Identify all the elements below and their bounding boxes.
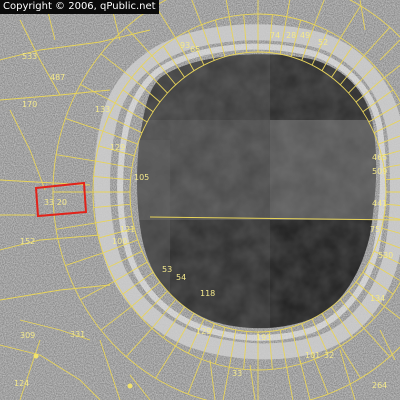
lot-label: 101 [305,351,320,360]
lot-label: 193 [256,333,271,342]
lot-label: 487 [50,73,65,82]
selected-parcel-label: 33 20 [44,198,67,207]
lot-label: 124 [14,379,29,388]
lot-label: 93 [180,41,190,50]
map-viewport[interactable]: 33 20 533 487 170 465 509 441 530 152 12… [0,0,400,400]
lot-label: 134 [370,294,385,303]
lot-label: 54 [176,273,186,282]
copyright-notice: Copyright © 2006, qPublic.net [0,0,159,14]
lot-label: 75 [370,225,380,234]
lot-label: 170 [22,100,37,109]
lot-label: 465 [372,153,387,162]
lot-label: 118 [200,289,215,298]
lot-label: 309 [20,331,35,340]
lot-label: 152 [20,237,35,246]
lot-label: 264 [372,381,387,390]
lot-label: 32 [324,351,334,360]
lot-label: 100 [112,237,127,246]
lot-label: 441 [372,199,387,208]
lot-label: 133 [95,105,110,114]
lot-label: 121 [120,225,135,234]
lot-label: 65 [190,45,200,54]
lot-label: 52 [318,38,328,47]
lot-label: 533 [22,52,37,61]
lot-label: 105 [134,173,149,182]
lot-label: 33 [232,369,242,378]
lot-label: 509 [372,167,387,176]
lot-label: 530 [378,251,393,260]
lot-label: 28 [286,31,296,40]
lot-label: 53 [162,265,172,274]
aerial-parcel-map[interactable]: 33 20 533 487 170 465 509 441 530 152 12… [0,0,400,400]
lot-label: 331 [70,330,85,339]
lot-label: 74 [270,31,280,40]
lot-label: 129 [110,143,125,152]
lot-label: 49 [300,31,310,40]
lot-label: 129 [196,327,211,336]
